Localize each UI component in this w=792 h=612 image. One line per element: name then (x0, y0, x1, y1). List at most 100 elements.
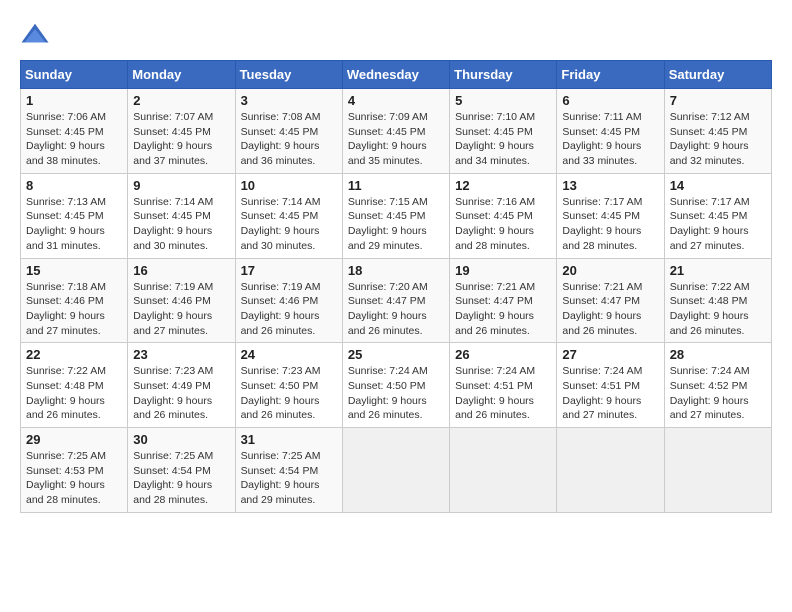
day-detail: Sunrise: 7:24 AMSunset: 4:51 PMDaylight:… (562, 365, 642, 421)
day-cell: 16 Sunrise: 7:19 AMSunset: 4:46 PMDaylig… (128, 258, 235, 343)
day-detail: Sunrise: 7:23 AMSunset: 4:49 PMDaylight:… (133, 365, 213, 421)
day-number: 14 (670, 178, 766, 193)
day-cell: 23 Sunrise: 7:23 AMSunset: 4:49 PMDaylig… (128, 343, 235, 428)
day-number: 31 (241, 432, 337, 447)
day-detail: Sunrise: 7:22 AMSunset: 4:48 PMDaylight:… (670, 281, 750, 337)
day-number: 11 (348, 178, 444, 193)
day-cell: 13 Sunrise: 7:17 AMSunset: 4:45 PMDaylig… (557, 173, 664, 258)
day-cell: 3 Sunrise: 7:08 AMSunset: 4:45 PMDayligh… (235, 89, 342, 174)
calendar-header: SundayMondayTuesdayWednesdayThursdayFrid… (21, 61, 772, 89)
day-cell: 11 Sunrise: 7:15 AMSunset: 4:45 PMDaylig… (342, 173, 449, 258)
day-number: 8 (26, 178, 122, 193)
day-cell (557, 428, 664, 513)
header-cell-thursday: Thursday (450, 61, 557, 89)
day-number: 10 (241, 178, 337, 193)
day-number: 28 (670, 347, 766, 362)
day-detail: Sunrise: 7:12 AMSunset: 4:45 PMDaylight:… (670, 111, 750, 167)
day-number: 19 (455, 263, 551, 278)
day-detail: Sunrise: 7:24 AMSunset: 4:52 PMDaylight:… (670, 365, 750, 421)
day-cell: 21 Sunrise: 7:22 AMSunset: 4:48 PMDaylig… (664, 258, 771, 343)
day-cell: 31 Sunrise: 7:25 AMSunset: 4:54 PMDaylig… (235, 428, 342, 513)
day-number: 29 (26, 432, 122, 447)
day-cell: 12 Sunrise: 7:16 AMSunset: 4:45 PMDaylig… (450, 173, 557, 258)
day-number: 30 (133, 432, 229, 447)
day-number: 1 (26, 93, 122, 108)
header-cell-wednesday: Wednesday (342, 61, 449, 89)
day-number: 2 (133, 93, 229, 108)
day-cell (450, 428, 557, 513)
day-cell: 26 Sunrise: 7:24 AMSunset: 4:51 PMDaylig… (450, 343, 557, 428)
day-number: 22 (26, 347, 122, 362)
day-cell: 4 Sunrise: 7:09 AMSunset: 4:45 PMDayligh… (342, 89, 449, 174)
header-cell-saturday: Saturday (664, 61, 771, 89)
day-number: 13 (562, 178, 658, 193)
day-cell: 28 Sunrise: 7:24 AMSunset: 4:52 PMDaylig… (664, 343, 771, 428)
day-number: 9 (133, 178, 229, 193)
day-detail: Sunrise: 7:14 AMSunset: 4:45 PMDaylight:… (133, 196, 213, 252)
logo (20, 20, 54, 50)
day-cell: 2 Sunrise: 7:07 AMSunset: 4:45 PMDayligh… (128, 89, 235, 174)
week-row-2: 8 Sunrise: 7:13 AMSunset: 4:45 PMDayligh… (21, 173, 772, 258)
day-detail: Sunrise: 7:13 AMSunset: 4:45 PMDaylight:… (26, 196, 106, 252)
day-detail: Sunrise: 7:25 AMSunset: 4:54 PMDaylight:… (133, 450, 213, 506)
day-detail: Sunrise: 7:17 AMSunset: 4:45 PMDaylight:… (562, 196, 642, 252)
day-cell: 22 Sunrise: 7:22 AMSunset: 4:48 PMDaylig… (21, 343, 128, 428)
day-cell: 5 Sunrise: 7:10 AMSunset: 4:45 PMDayligh… (450, 89, 557, 174)
day-cell (664, 428, 771, 513)
day-cell: 19 Sunrise: 7:21 AMSunset: 4:47 PMDaylig… (450, 258, 557, 343)
day-cell (342, 428, 449, 513)
day-number: 27 (562, 347, 658, 362)
day-cell: 25 Sunrise: 7:24 AMSunset: 4:50 PMDaylig… (342, 343, 449, 428)
day-detail: Sunrise: 7:07 AMSunset: 4:45 PMDaylight:… (133, 111, 213, 167)
day-cell: 1 Sunrise: 7:06 AMSunset: 4:45 PMDayligh… (21, 89, 128, 174)
day-cell: 15 Sunrise: 7:18 AMSunset: 4:46 PMDaylig… (21, 258, 128, 343)
day-detail: Sunrise: 7:25 AMSunset: 4:54 PMDaylight:… (241, 450, 321, 506)
day-cell: 9 Sunrise: 7:14 AMSunset: 4:45 PMDayligh… (128, 173, 235, 258)
header-cell-monday: Monday (128, 61, 235, 89)
day-cell: 10 Sunrise: 7:14 AMSunset: 4:45 PMDaylig… (235, 173, 342, 258)
day-detail: Sunrise: 7:09 AMSunset: 4:45 PMDaylight:… (348, 111, 428, 167)
day-cell: 8 Sunrise: 7:13 AMSunset: 4:45 PMDayligh… (21, 173, 128, 258)
day-number: 26 (455, 347, 551, 362)
day-number: 5 (455, 93, 551, 108)
day-number: 17 (241, 263, 337, 278)
day-detail: Sunrise: 7:08 AMSunset: 4:45 PMDaylight:… (241, 111, 321, 167)
day-detail: Sunrise: 7:25 AMSunset: 4:53 PMDaylight:… (26, 450, 106, 506)
day-number: 21 (670, 263, 766, 278)
day-cell: 18 Sunrise: 7:20 AMSunset: 4:47 PMDaylig… (342, 258, 449, 343)
week-row-1: 1 Sunrise: 7:06 AMSunset: 4:45 PMDayligh… (21, 89, 772, 174)
day-number: 20 (562, 263, 658, 278)
day-detail: Sunrise: 7:17 AMSunset: 4:45 PMDaylight:… (670, 196, 750, 252)
day-cell: 17 Sunrise: 7:19 AMSunset: 4:46 PMDaylig… (235, 258, 342, 343)
day-cell: 24 Sunrise: 7:23 AMSunset: 4:50 PMDaylig… (235, 343, 342, 428)
day-detail: Sunrise: 7:10 AMSunset: 4:45 PMDaylight:… (455, 111, 535, 167)
day-detail: Sunrise: 7:21 AMSunset: 4:47 PMDaylight:… (455, 281, 535, 337)
header-cell-tuesday: Tuesday (235, 61, 342, 89)
day-cell: 14 Sunrise: 7:17 AMSunset: 4:45 PMDaylig… (664, 173, 771, 258)
header-cell-friday: Friday (557, 61, 664, 89)
day-cell: 30 Sunrise: 7:25 AMSunset: 4:54 PMDaylig… (128, 428, 235, 513)
day-number: 6 (562, 93, 658, 108)
week-row-4: 22 Sunrise: 7:22 AMSunset: 4:48 PMDaylig… (21, 343, 772, 428)
header (20, 20, 772, 50)
day-detail: Sunrise: 7:06 AMSunset: 4:45 PMDaylight:… (26, 111, 106, 167)
day-detail: Sunrise: 7:20 AMSunset: 4:47 PMDaylight:… (348, 281, 428, 337)
day-cell: 29 Sunrise: 7:25 AMSunset: 4:53 PMDaylig… (21, 428, 128, 513)
week-row-5: 29 Sunrise: 7:25 AMSunset: 4:53 PMDaylig… (21, 428, 772, 513)
day-detail: Sunrise: 7:11 AMSunset: 4:45 PMDaylight:… (562, 111, 641, 167)
day-number: 12 (455, 178, 551, 193)
day-detail: Sunrise: 7:19 AMSunset: 4:46 PMDaylight:… (133, 281, 213, 337)
day-cell: 27 Sunrise: 7:24 AMSunset: 4:51 PMDaylig… (557, 343, 664, 428)
day-cell: 20 Sunrise: 7:21 AMSunset: 4:47 PMDaylig… (557, 258, 664, 343)
calendar-body: 1 Sunrise: 7:06 AMSunset: 4:45 PMDayligh… (21, 89, 772, 513)
day-detail: Sunrise: 7:24 AMSunset: 4:51 PMDaylight:… (455, 365, 535, 421)
day-detail: Sunrise: 7:14 AMSunset: 4:45 PMDaylight:… (241, 196, 321, 252)
day-detail: Sunrise: 7:19 AMSunset: 4:46 PMDaylight:… (241, 281, 321, 337)
day-number: 23 (133, 347, 229, 362)
day-cell: 7 Sunrise: 7:12 AMSunset: 4:45 PMDayligh… (664, 89, 771, 174)
day-detail: Sunrise: 7:15 AMSunset: 4:45 PMDaylight:… (348, 196, 428, 252)
day-number: 18 (348, 263, 444, 278)
day-number: 16 (133, 263, 229, 278)
header-cell-sunday: Sunday (21, 61, 128, 89)
day-number: 7 (670, 93, 766, 108)
